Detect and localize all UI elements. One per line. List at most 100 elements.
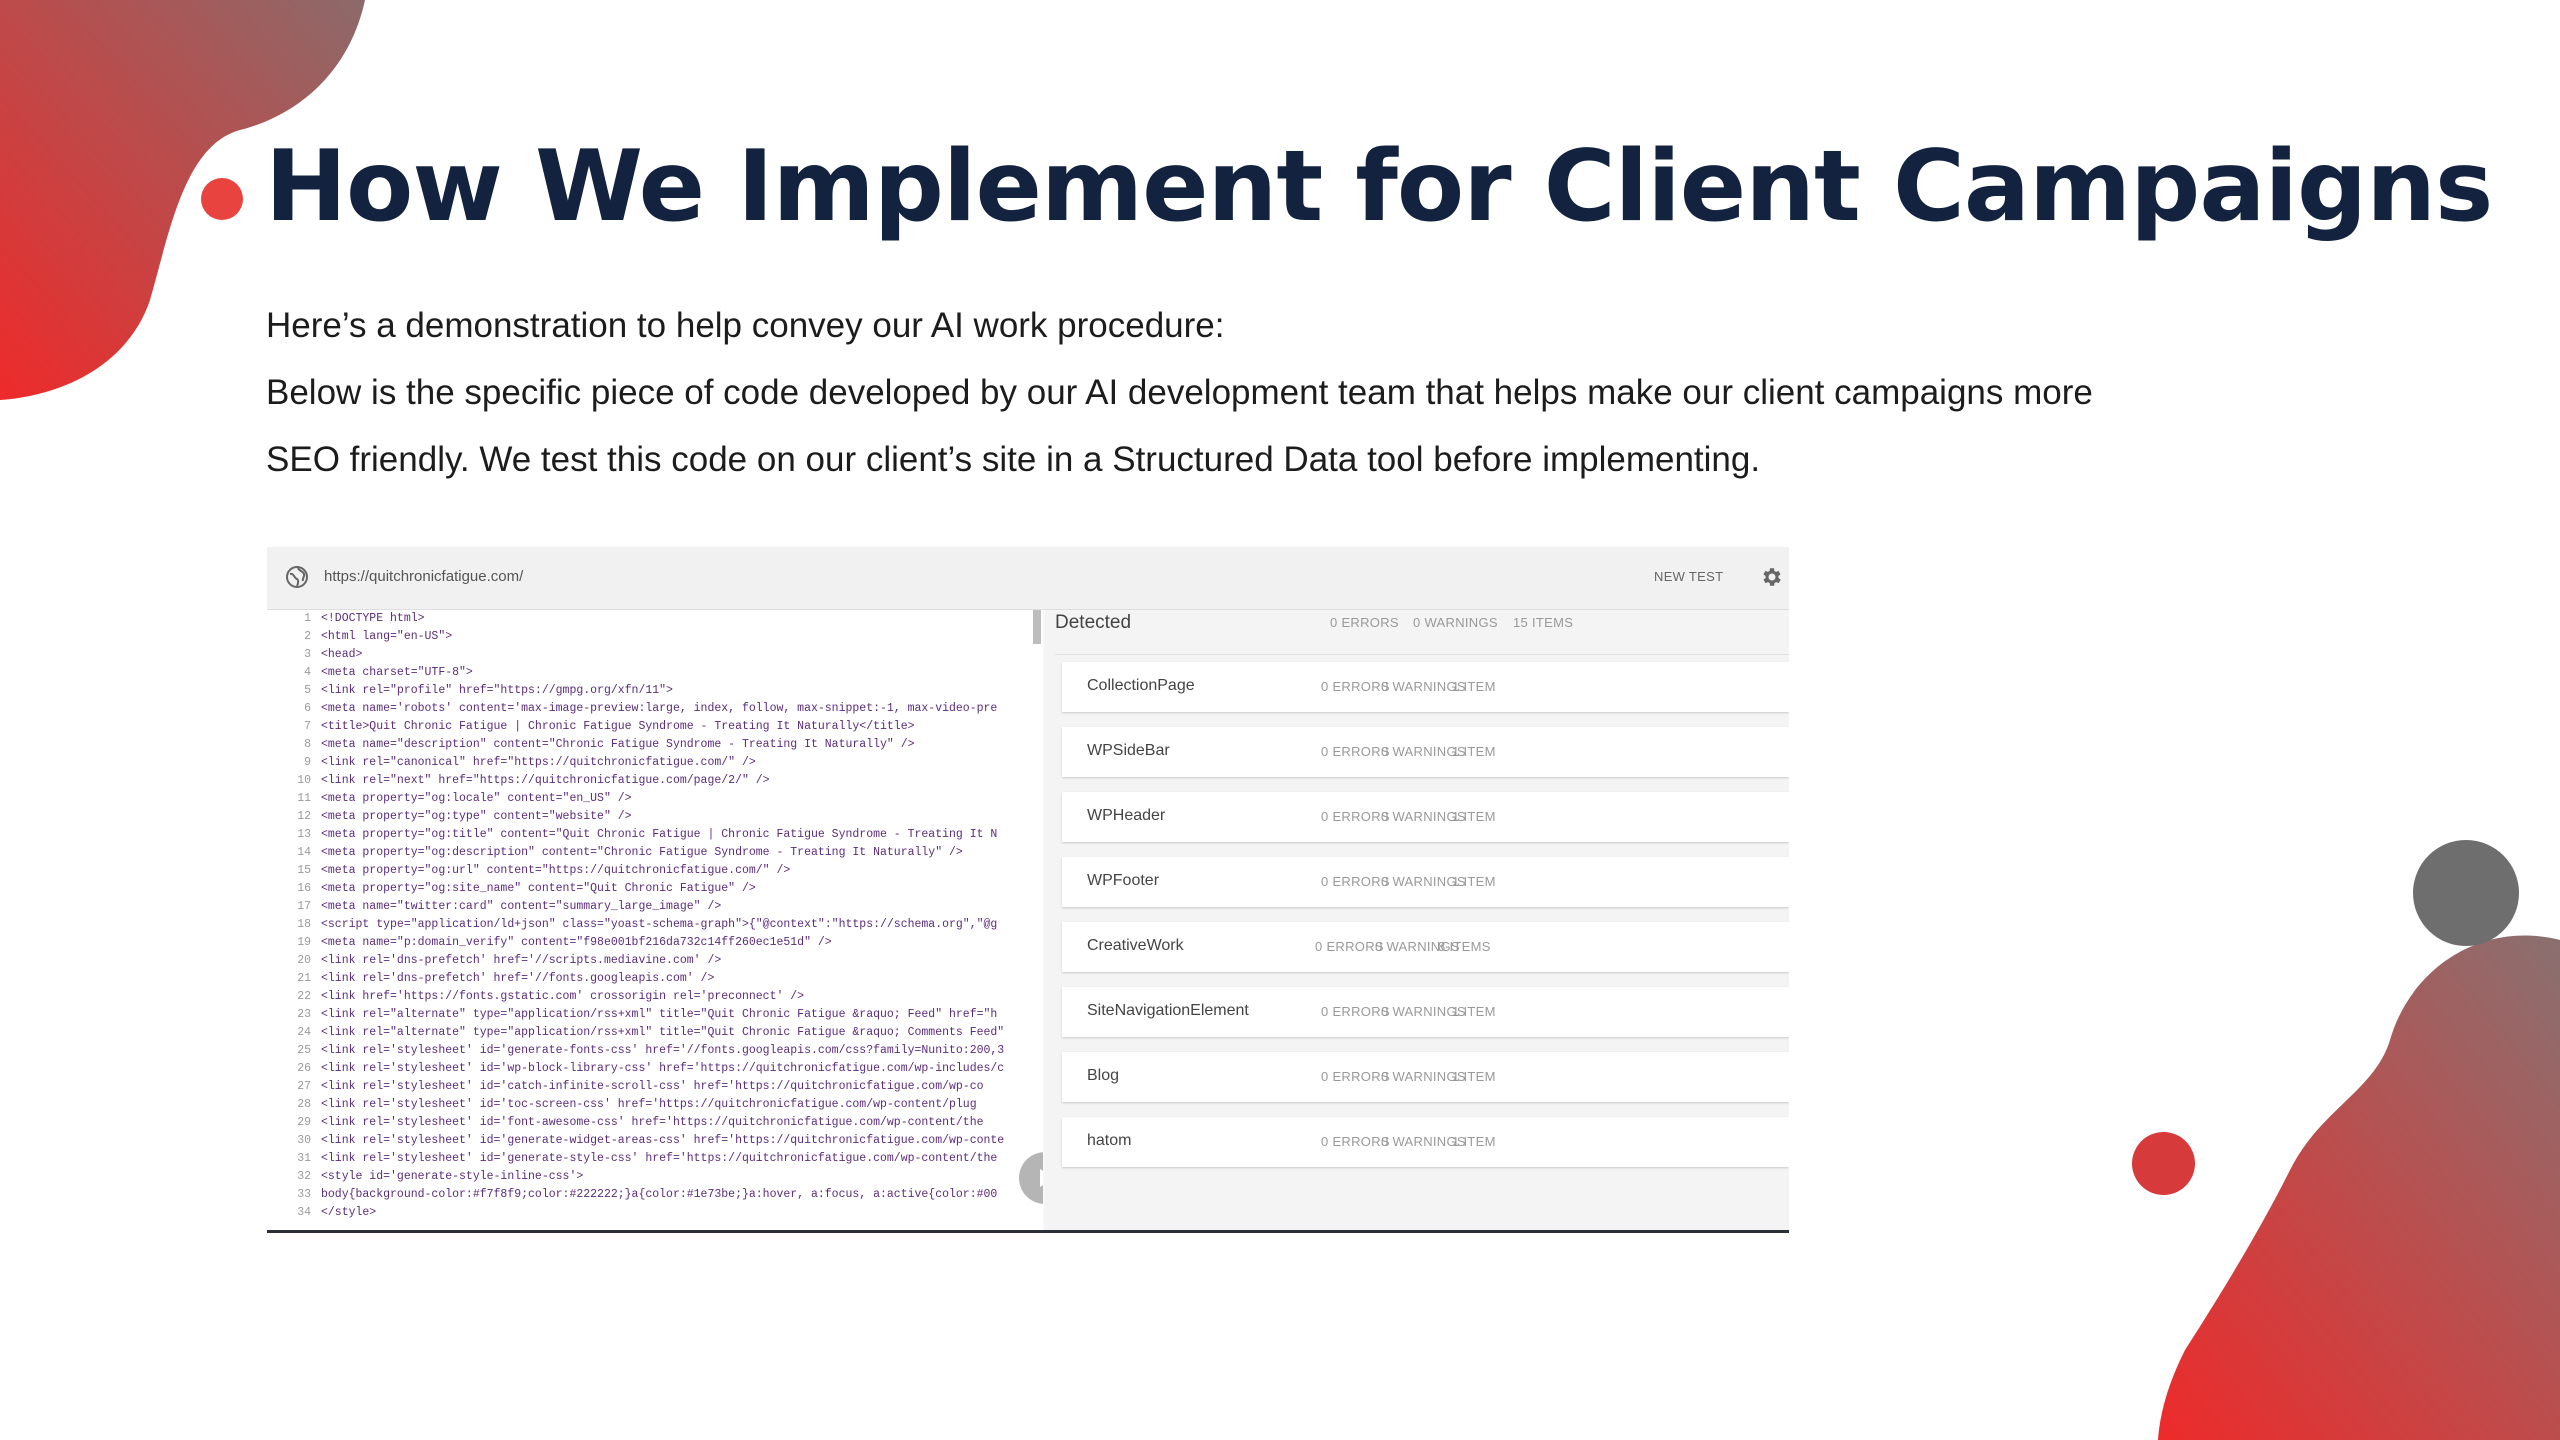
line-number: 29 — [297, 1116, 311, 1129]
line-number: 13 — [297, 828, 311, 841]
code-line: 34 </style> — [267, 1204, 1043, 1222]
result-row[interactable]: WPFooter 0 ERRORS 0 WARNINGS 1 ITEM — [1062, 857, 1789, 907]
result-name: Blog — [1087, 1067, 1120, 1084]
result-row[interactable]: SiteNavigationElement 0 ERRORS 0 WARNINGS 1… — [1062, 987, 1789, 1037]
code-line: 27 <link rel='stylesheet' id='catch-infin… — [267, 1078, 1043, 1096]
line-number: 24 — [297, 1026, 311, 1039]
line-number: 25 — [297, 1044, 311, 1057]
code-line: 14 <meta property="og:description" conten… — [267, 844, 1043, 862]
result-errors: 0 ERRORS — [1321, 744, 1390, 759]
result-errors: 0 ERRORS — [1321, 679, 1390, 694]
result-errors: 0 ERRORS — [1321, 874, 1390, 889]
result-row[interactable]: WPSideBar 0 ERRORS 0 WARNINGS 1 ITEM — [1062, 727, 1789, 777]
code-line: 21 <link rel='dns-prefetch' href='//fonts… — [267, 970, 1043, 988]
line-number: 27 — [297, 1080, 311, 1093]
slide-title: How We Implement for Client Campaigns — [265, 130, 2493, 244]
code-line: 19 <meta name="p:domain_verify" content="… — [267, 934, 1043, 952]
result-name: WPSideBar — [1087, 742, 1170, 759]
line-number: 14 — [297, 846, 311, 859]
new-test-button[interactable]: NEW TEST — [1654, 569, 1723, 584]
code-text: <meta property="og:url" content="https:/… — [321, 864, 791, 877]
code-text: <script type="application/ld+json" class… — [321, 918, 998, 931]
code-text: <link rel='stylesheet' id='font-awesome-… — [321, 1116, 984, 1129]
code-text: <link rel="alternate" type="application/… — [321, 1026, 1005, 1039]
detected-header: Detected 0 ERRORS 0 WARNINGS 15 ITEMS — [1055, 610, 1789, 655]
code-text: body{background-color:#f7f8f9;color:#222… — [321, 1188, 998, 1201]
url-field[interactable]: https://quitchronicfatigue.com/ — [324, 568, 523, 585]
code-text: <link rel='dns-prefetch' href='//fonts.g… — [321, 972, 715, 985]
results-panel: Detected 0 ERRORS 0 WARNINGS 15 ITEMS Co… — [1045, 610, 1789, 1230]
detected-items: 15 ITEMS — [1513, 615, 1574, 630]
line-number: 5 — [304, 684, 311, 697]
result-errors: 0 ERRORS — [1321, 809, 1390, 824]
code-text: <style id='generate-style-inline-css'> — [321, 1170, 584, 1183]
globe-icon — [286, 566, 308, 588]
line-number: 15 — [297, 864, 311, 877]
code-line: 1 <!DOCTYPE html> — [267, 610, 1043, 628]
line-number: 19 — [297, 936, 311, 949]
code-text: <meta name='robots' content='max-image-p… — [321, 702, 998, 715]
code-text: <meta property="og:locale" content="en_U… — [321, 792, 632, 805]
line-number: 18 — [297, 918, 311, 931]
gear-icon[interactable] — [1759, 565, 1783, 589]
decorative-gray-circle — [2413, 840, 2519, 946]
code-text: <meta property="og:site_name" content="Q… — [321, 882, 756, 895]
code-text: <link rel="canonical" href="https://quit… — [321, 756, 756, 769]
code-line: 22 <link href='https://fonts.gstatic.com'… — [267, 988, 1043, 1006]
code-text: <link rel="alternate" type="application/… — [321, 1008, 998, 1021]
code-text: <link rel='dns-prefetch' href='//scripts… — [321, 954, 722, 967]
code-line: 30 <link rel='stylesheet' id='generate-wi… — [267, 1132, 1043, 1150]
line-number: 16 — [297, 882, 311, 895]
code-line: 31 <link rel='stylesheet' id='generate-st… — [267, 1150, 1043, 1168]
code-text: <meta name="p:domain_verify" content="f9… — [321, 936, 832, 949]
tool-toolbar: https://quitchronicfatigue.com/ NEW TEST — [267, 547, 1789, 610]
result-row[interactable]: hatom 0 ERRORS 0 WARNINGS 1 ITEM — [1062, 1117, 1789, 1167]
result-errors: 0 ERRORS — [1321, 1004, 1390, 1019]
line-number: 33 — [297, 1188, 311, 1201]
line-number: 4 — [304, 666, 311, 679]
code-text: <meta property="og:description" content=… — [321, 846, 963, 859]
line-number: 22 — [297, 990, 311, 1003]
code-line: 2 <html lang="en-US"> — [267, 628, 1043, 646]
title-bullet — [201, 178, 243, 220]
result-items: 1 ITEM — [1452, 1004, 1496, 1019]
code-line: 6 <meta name='robots' content='max-image-… — [267, 700, 1043, 718]
line-number: 2 — [304, 630, 311, 643]
code-scrollbar[interactable] — [1033, 610, 1041, 644]
result-name: CreativeWork — [1087, 937, 1184, 954]
line-number: 10 — [297, 774, 311, 787]
structured-data-tool-screenshot: https://quitchronicfatigue.com/ NEW TEST… — [267, 547, 1789, 1233]
code-text: <link rel='stylesheet' id='catch-infinit… — [321, 1080, 984, 1093]
result-row[interactable]: Blog 0 ERRORS 0 WARNINGS 1 ITEM — [1062, 1052, 1789, 1102]
code-editor[interactable]: 1 <!DOCTYPE html> 2 <html lang="en-US"> 3 <he… — [267, 610, 1043, 1230]
result-items: 8 ITEMS — [1438, 939, 1491, 954]
code-text: <link rel='stylesheet' id='generate-styl… — [321, 1152, 998, 1165]
code-line: 5 <link rel="profile" href="https://gmpg.… — [267, 682, 1043, 700]
result-errors: 0 ERRORS — [1321, 1069, 1390, 1084]
code-line: 3 <head> — [267, 646, 1043, 664]
code-line: 23 <link rel="alternate" type="applicatio… — [267, 1006, 1043, 1024]
code-line: 10 <link rel="next" href="https://quitchr… — [267, 772, 1043, 790]
result-items: 1 ITEM — [1452, 679, 1496, 694]
code-lines: 1 <!DOCTYPE html> 2 <html lang="en-US"> 3 <he… — [267, 610, 1043, 1222]
result-row[interactable]: WPHeader 0 ERRORS 0 WARNINGS 1 ITEM — [1062, 792, 1789, 842]
code-line: 29 <link rel='stylesheet' id='font-awesom… — [267, 1114, 1043, 1132]
result-row[interactable]: CollectionPage 0 ERRORS 0 WARNINGS 1 ITEM — [1062, 662, 1789, 712]
result-name: hatom — [1087, 1132, 1132, 1149]
code-line: 16 <meta property="og:site_name" content=… — [267, 880, 1043, 898]
code-text: </style> — [321, 1206, 377, 1219]
result-items: 1 ITEM — [1452, 1069, 1496, 1084]
line-number: 21 — [297, 972, 311, 985]
code-text: <link rel='stylesheet' id='wp-block-libr… — [321, 1062, 1005, 1075]
detected-warnings: 0 WARNINGS — [1413, 615, 1498, 630]
result-row[interactable]: CreativeWork 0 ERRORS 0 WARNINGS 8 ITEMS — [1062, 922, 1789, 972]
code-text: <meta charset="UTF-8"> — [321, 666, 473, 679]
intro-text: Here’s a demonstration to help convey ou… — [266, 306, 1225, 345]
line-number: 12 — [297, 810, 311, 823]
line-number: 6 — [304, 702, 311, 715]
line-number: 17 — [297, 900, 311, 913]
code-line: 25 <link rel='stylesheet' id='generate-fo… — [267, 1042, 1043, 1060]
result-errors: 0 ERRORS — [1315, 939, 1384, 954]
code-text: <link rel="next" href="https://quitchron… — [321, 774, 770, 787]
line-number: 1 — [304, 612, 311, 625]
